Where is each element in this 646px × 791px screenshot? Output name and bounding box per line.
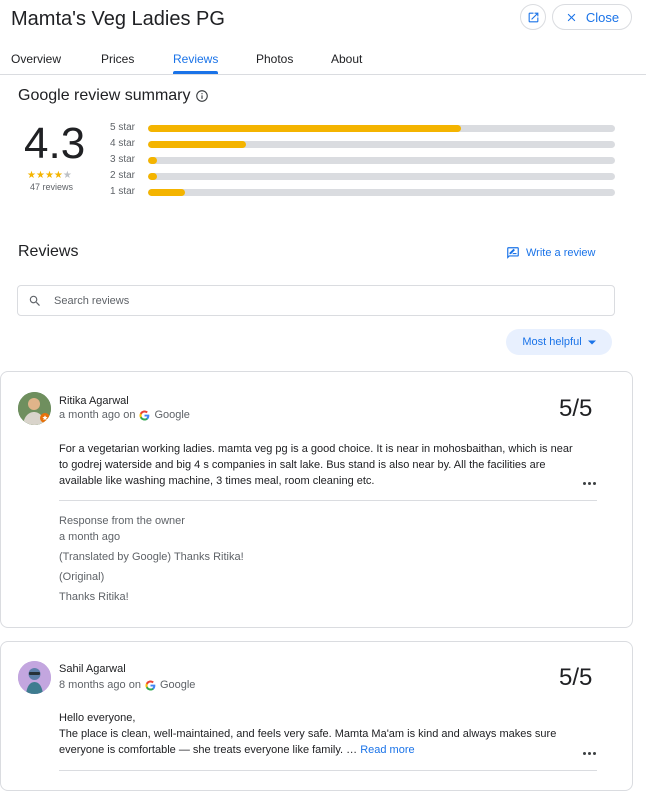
star-empty-icon: ★ xyxy=(62,170,72,181)
owner-response-label: Response from the owner xyxy=(59,515,185,527)
star-icon: ★ xyxy=(53,170,63,181)
rating-bar-row[interactable]: 1 star xyxy=(110,186,620,198)
search-reviews-input[interactable] xyxy=(52,293,576,308)
sort-dropdown[interactable]: Most helpful xyxy=(506,329,612,355)
owner-response-time: a month ago xyxy=(59,531,121,543)
rating-bar-label: 2 star xyxy=(110,170,136,181)
rating-bar-track xyxy=(148,173,615,180)
rating-bar-row[interactable]: 3 star xyxy=(110,154,620,166)
info-icon[interactable] xyxy=(195,89,209,103)
review-time: a month ago on xyxy=(59,409,136,421)
owner-response-original: Thanks Ritika! xyxy=(59,591,129,603)
reviews-heading: Reviews xyxy=(18,243,79,260)
more-options-button[interactable] xyxy=(581,748,597,758)
read-more-link[interactable]: Read more xyxy=(360,744,414,756)
open-in-new-button[interactable] xyxy=(520,4,546,30)
rating-bar-track xyxy=(148,157,615,164)
owner-response-original-label: (Original) xyxy=(59,571,105,583)
reviewer-avatar[interactable] xyxy=(18,661,51,694)
divider xyxy=(59,500,597,501)
rating-bar-label: 3 star xyxy=(110,154,136,165)
close-label: Close xyxy=(585,9,620,25)
google-g-icon xyxy=(145,679,156,691)
write-review-label: Write a review xyxy=(526,247,596,259)
avatar-image xyxy=(18,392,51,425)
rating-bar-track xyxy=(148,141,615,148)
tab-bar: Overview Prices Reviews Photos About xyxy=(0,46,646,75)
review-source: Google xyxy=(159,679,196,691)
review-summary-title: Google review summary xyxy=(18,87,191,104)
active-tab-indicator xyxy=(173,71,218,74)
review-score: 5/5 xyxy=(559,395,593,422)
page-title: Mamta's Veg Ladies PG xyxy=(11,8,225,30)
review-card: Ritika Agarwal a month ago on Google 5/5… xyxy=(0,371,633,628)
rating-bar-label: 4 star xyxy=(110,138,136,149)
rating-bar-fill xyxy=(148,173,158,180)
rating-bar-fill xyxy=(148,141,247,148)
rating-bar-fill xyxy=(148,189,186,196)
average-rating: 4.3 xyxy=(24,119,86,168)
rating-bar-row[interactable]: 4 star xyxy=(110,138,620,150)
star-rating: ★★★★★ xyxy=(27,170,72,181)
google-g-icon xyxy=(139,409,150,421)
rating-bar-label: 1 star xyxy=(110,186,136,197)
dropdown-arrow-icon xyxy=(587,340,596,344)
close-button[interactable]: Close xyxy=(552,4,632,30)
tab-prices[interactable]: Prices xyxy=(101,52,134,66)
review-count: 47 reviews xyxy=(30,182,74,192)
review-text: Hello everyone, The place is clean, well… xyxy=(59,710,579,758)
sort-label: Most helpful xyxy=(522,336,582,348)
tab-about[interactable]: About xyxy=(331,52,362,66)
rating-bar-track xyxy=(148,189,615,196)
open-in-new-icon xyxy=(528,12,538,22)
rating-bar-row[interactable]: 2 star xyxy=(110,170,620,182)
write-review-button[interactable]: Write a review xyxy=(506,246,595,260)
divider xyxy=(59,770,597,771)
rating-bar-track xyxy=(148,125,615,132)
tab-overview[interactable]: Overview xyxy=(11,52,61,66)
review-text-line: Hello everyone, xyxy=(59,712,136,724)
review-text-line: The place is clean, well-maintained, and… xyxy=(59,728,557,756)
close-icon xyxy=(567,13,576,21)
tab-photos[interactable]: Photos xyxy=(256,52,293,66)
star-icon: ★ xyxy=(44,170,54,181)
star-icon: ★ xyxy=(35,170,45,181)
review-text-body: The place is clean, well-maintained, and… xyxy=(59,726,579,758)
search-reviews-box[interactable] xyxy=(17,285,615,316)
review-card: Sahil Agarwal 8 months ago on Google 5/5… xyxy=(0,641,633,791)
search-icon xyxy=(29,295,40,306)
rating-bar-fill xyxy=(148,157,158,164)
rating-bar-row[interactable]: 5 star xyxy=(110,122,620,134)
review-score: 5/5 xyxy=(559,664,593,691)
rating-bar-fill xyxy=(148,125,461,132)
review-time: 8 months ago on xyxy=(59,679,141,691)
review-meta: 8 months ago on Google xyxy=(59,679,195,691)
reviewer-name[interactable]: Ritika Agarwal xyxy=(59,395,129,407)
review-meta: a month ago on Google xyxy=(59,409,190,421)
rating-bar-label: 5 star xyxy=(110,122,136,133)
star-icon: ★ xyxy=(27,170,36,181)
rate-review-icon xyxy=(507,247,519,259)
owner-response-translated: (Translated by Google) Thanks Ritika! xyxy=(59,551,244,563)
more-options-button[interactable] xyxy=(581,478,597,488)
review-source: Google xyxy=(154,409,190,421)
reviewer-name[interactable]: Sahil Agarwal xyxy=(59,663,126,675)
review-text: For a vegetarian working ladies. mamta v… xyxy=(59,443,573,487)
tab-reviews[interactable]: Reviews xyxy=(173,52,218,66)
reviewer-avatar[interactable] xyxy=(18,392,51,425)
review-summary-heading: Google review summary xyxy=(18,87,209,105)
avatar-image xyxy=(18,661,51,694)
